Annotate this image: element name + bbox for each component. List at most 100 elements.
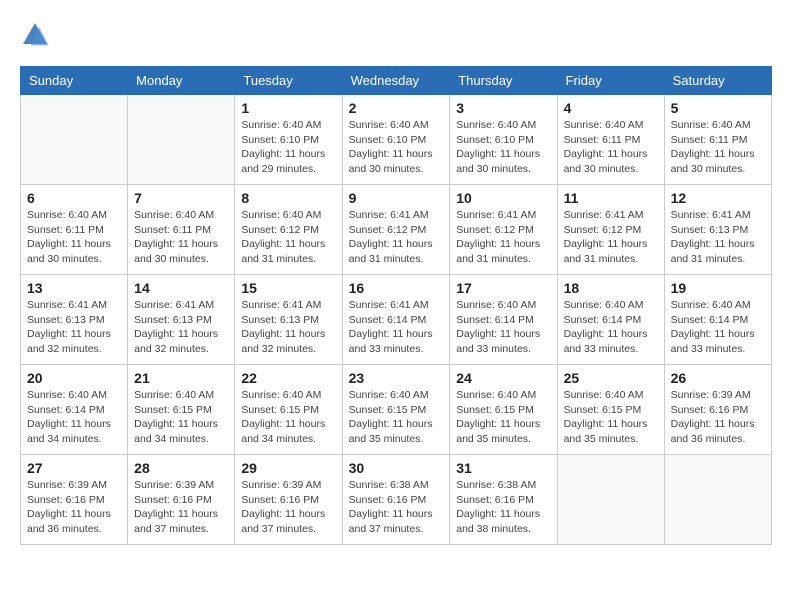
day-info: Sunrise: 6:40 AM Sunset: 6:15 PM Dayligh… <box>456 388 550 447</box>
day-info: Sunrise: 6:40 AM Sunset: 6:15 PM Dayligh… <box>564 388 658 447</box>
day-info: Sunrise: 6:40 AM Sunset: 6:10 PM Dayligh… <box>456 118 550 177</box>
day-number: 19 <box>671 280 765 296</box>
calendar-cell: 13 Sunrise: 6:41 AM Sunset: 6:13 PM Dayli… <box>21 275 128 365</box>
calendar-cell <box>557 455 664 545</box>
calendar-cell: 12 Sunrise: 6:41 AM Sunset: 6:13 PM Dayli… <box>664 185 771 275</box>
calendar-cell: 4 Sunrise: 6:40 AM Sunset: 6:11 PM Daylig… <box>557 95 664 185</box>
day-info: Sunrise: 6:40 AM Sunset: 6:11 PM Dayligh… <box>671 118 765 177</box>
calendar-cell: 19 Sunrise: 6:40 AM Sunset: 6:14 PM Dayli… <box>664 275 771 365</box>
calendar-cell: 9 Sunrise: 6:41 AM Sunset: 6:12 PM Daylig… <box>342 185 450 275</box>
day-info: Sunrise: 6:39 AM Sunset: 6:16 PM Dayligh… <box>27 478 121 537</box>
calendar-week-row: 6 Sunrise: 6:40 AM Sunset: 6:11 PM Daylig… <box>21 185 772 275</box>
day-number: 10 <box>456 190 550 206</box>
day-info: Sunrise: 6:38 AM Sunset: 6:16 PM Dayligh… <box>456 478 550 537</box>
day-info: Sunrise: 6:40 AM Sunset: 6:15 PM Dayligh… <box>241 388 335 447</box>
day-number: 8 <box>241 190 335 206</box>
day-info: Sunrise: 6:41 AM Sunset: 6:13 PM Dayligh… <box>27 298 121 357</box>
day-info: Sunrise: 6:40 AM Sunset: 6:15 PM Dayligh… <box>134 388 228 447</box>
calendar-cell: 7Sunrise: 6:40 AM Sunset: 6:11 PM Daylig… <box>128 185 235 275</box>
day-info: Sunrise: 6:40 AM Sunset: 6:14 PM Dayligh… <box>671 298 765 357</box>
calendar-cell <box>664 455 771 545</box>
calendar-cell: 11Sunrise: 6:41 AM Sunset: 6:12 PM Dayli… <box>557 185 664 275</box>
calendar-cell: 5Sunrise: 6:40 AM Sunset: 6:11 PM Daylig… <box>664 95 771 185</box>
calendar-cell: 24 Sunrise: 6:40 AM Sunset: 6:15 PM Dayli… <box>450 365 557 455</box>
calendar-cell: 16 Sunrise: 6:41 AM Sunset: 6:14 PM Dayli… <box>342 275 450 365</box>
day-info: Sunrise: 6:40 AM Sunset: 6:11 PM Dayligh… <box>27 208 121 267</box>
day-number: 28 <box>134 460 228 476</box>
logo-icon <box>20 20 50 50</box>
page-header <box>20 20 772 50</box>
day-number: 3 <box>456 100 550 116</box>
day-info: Sunrise: 6:40 AM Sunset: 6:14 PM Dayligh… <box>27 388 121 447</box>
day-number: 16 <box>349 280 444 296</box>
day-number: 21 <box>134 370 228 386</box>
day-number: 20 <box>27 370 121 386</box>
day-info: Sunrise: 6:40 AM Sunset: 6:11 PM Dayligh… <box>564 118 658 177</box>
calendar-cell: 18 Sunrise: 6:40 AM Sunset: 6:14 PM Dayli… <box>557 275 664 365</box>
day-number: 17 <box>456 280 550 296</box>
day-number: 9 <box>349 190 444 206</box>
calendar-cell: 31Sunrise: 6:38 AM Sunset: 6:16 PM Dayli… <box>450 455 557 545</box>
day-of-week-header: Wednesday <box>342 67 450 95</box>
calendar-week-row: 20 Sunrise: 6:40 AM Sunset: 6:14 PM Dayli… <box>21 365 772 455</box>
calendar-cell: 26Sunrise: 6:39 AM Sunset: 6:16 PM Dayli… <box>664 365 771 455</box>
calendar-cell: 27 Sunrise: 6:39 AM Sunset: 6:16 PM Dayli… <box>21 455 128 545</box>
day-of-week-header: Thursday <box>450 67 557 95</box>
calendar-cell: 10 Sunrise: 6:41 AM Sunset: 6:12 PM Dayli… <box>450 185 557 275</box>
calendar-cell: 29Sunrise: 6:39 AM Sunset: 6:16 PM Dayli… <box>235 455 342 545</box>
day-info: Sunrise: 6:41 AM Sunset: 6:13 PM Dayligh… <box>134 298 228 357</box>
calendar-cell: 20 Sunrise: 6:40 AM Sunset: 6:14 PM Dayli… <box>21 365 128 455</box>
day-number: 14 <box>134 280 228 296</box>
calendar-cell: 17 Sunrise: 6:40 AM Sunset: 6:14 PM Dayli… <box>450 275 557 365</box>
day-number: 23 <box>349 370 444 386</box>
day-number: 24 <box>456 370 550 386</box>
calendar-cell: 3 Sunrise: 6:40 AM Sunset: 6:10 PM Daylig… <box>450 95 557 185</box>
day-info: Sunrise: 6:41 AM Sunset: 6:14 PM Dayligh… <box>349 298 444 357</box>
day-number: 29 <box>241 460 335 476</box>
calendar-cell <box>128 95 235 185</box>
day-info: Sunrise: 6:40 AM Sunset: 6:10 PM Dayligh… <box>241 118 335 177</box>
day-info: Sunrise: 6:41 AM Sunset: 6:13 PM Dayligh… <box>671 208 765 267</box>
calendar-cell: 14 Sunrise: 6:41 AM Sunset: 6:13 PM Dayli… <box>128 275 235 365</box>
day-info: Sunrise: 6:39 AM Sunset: 6:16 PM Dayligh… <box>671 388 765 447</box>
day-info: Sunrise: 6:39 AM Sunset: 6:16 PM Dayligh… <box>134 478 228 537</box>
calendar-cell: 8Sunrise: 6:40 AM Sunset: 6:12 PM Daylig… <box>235 185 342 275</box>
calendar-week-row: 1 Sunrise: 6:40 AM Sunset: 6:10 PM Daylig… <box>21 95 772 185</box>
day-number: 4 <box>564 100 658 116</box>
day-info: Sunrise: 6:40 AM Sunset: 6:10 PM Dayligh… <box>349 118 444 177</box>
day-number: 11 <box>564 190 658 206</box>
calendar-cell: 28 Sunrise: 6:39 AM Sunset: 6:16 PM Dayli… <box>128 455 235 545</box>
day-of-week-header: Sunday <box>21 67 128 95</box>
day-info: Sunrise: 6:41 AM Sunset: 6:13 PM Dayligh… <box>241 298 335 357</box>
day-of-week-header: Monday <box>128 67 235 95</box>
day-number: 1 <box>241 100 335 116</box>
day-info: Sunrise: 6:41 AM Sunset: 6:12 PM Dayligh… <box>349 208 444 267</box>
day-of-week-header: Saturday <box>664 67 771 95</box>
day-of-week-header: Friday <box>557 67 664 95</box>
day-number: 13 <box>27 280 121 296</box>
day-number: 18 <box>564 280 658 296</box>
logo <box>20 20 54 50</box>
calendar-cell: 6 Sunrise: 6:40 AM Sunset: 6:11 PM Daylig… <box>21 185 128 275</box>
day-number: 22 <box>241 370 335 386</box>
day-info: Sunrise: 6:38 AM Sunset: 6:16 PM Dayligh… <box>349 478 444 537</box>
day-info: Sunrise: 6:40 AM Sunset: 6:14 PM Dayligh… <box>456 298 550 357</box>
day-info: Sunrise: 6:41 AM Sunset: 6:12 PM Dayligh… <box>456 208 550 267</box>
calendar-cell: 1 Sunrise: 6:40 AM Sunset: 6:10 PM Daylig… <box>235 95 342 185</box>
calendar-cell: 15 Sunrise: 6:41 AM Sunset: 6:13 PM Dayli… <box>235 275 342 365</box>
day-number: 30 <box>349 460 444 476</box>
calendar-cell <box>21 95 128 185</box>
calendar-table: SundayMondayTuesdayWednesdayThursdayFrid… <box>20 66 772 545</box>
calendar-week-row: 27 Sunrise: 6:39 AM Sunset: 6:16 PM Dayli… <box>21 455 772 545</box>
day-info: Sunrise: 6:40 AM Sunset: 6:14 PM Dayligh… <box>564 298 658 357</box>
day-number: 25 <box>564 370 658 386</box>
day-number: 6 <box>27 190 121 206</box>
day-info: Sunrise: 6:40 AM Sunset: 6:15 PM Dayligh… <box>349 388 444 447</box>
day-number: 12 <box>671 190 765 206</box>
calendar-cell: 23 Sunrise: 6:40 AM Sunset: 6:15 PM Dayli… <box>342 365 450 455</box>
day-number: 15 <box>241 280 335 296</box>
calendar-cell: 30 Sunrise: 6:38 AM Sunset: 6:16 PM Dayli… <box>342 455 450 545</box>
calendar-cell: 25 Sunrise: 6:40 AM Sunset: 6:15 PM Dayli… <box>557 365 664 455</box>
day-number: 27 <box>27 460 121 476</box>
calendar-week-row: 13 Sunrise: 6:41 AM Sunset: 6:13 PM Dayli… <box>21 275 772 365</box>
